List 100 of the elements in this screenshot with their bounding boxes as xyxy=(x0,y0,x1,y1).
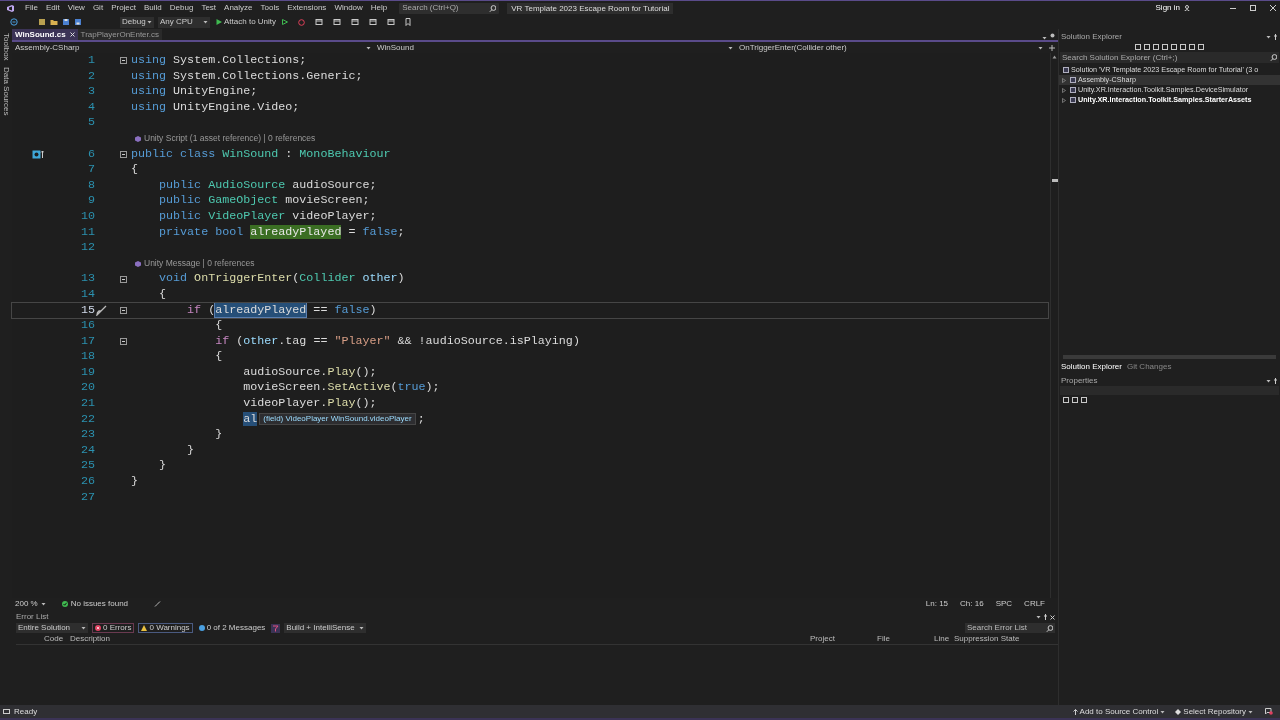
project-dropdown[interactable]: Assembly-CSharp xyxy=(12,41,374,54)
split-icon xyxy=(1049,44,1055,51)
document-tab[interactable]: WinSound.cs xyxy=(12,29,78,40)
column-header[interactable]: Project xyxy=(810,633,877,645)
attach-button[interactable]: Attach to Unity xyxy=(214,16,279,28)
save-all-icon xyxy=(74,18,82,26)
collapse-toggle[interactable] xyxy=(120,57,127,65)
menu-item[interactable]: Tools xyxy=(256,2,284,14)
source-dropdown[interactable]: Build + IntelliSense xyxy=(284,623,367,633)
status-item[interactable]: CRLF xyxy=(1021,598,1048,610)
line-number: 20 xyxy=(79,380,95,397)
code-line: public GameObject movieScreen; xyxy=(158,193,370,209)
line-number: 26 xyxy=(79,474,95,490)
menu-item[interactable]: Git xyxy=(88,2,108,14)
code-line: { xyxy=(214,349,223,365)
maximize-icon xyxy=(1250,5,1256,11)
line-number: 15 xyxy=(79,302,95,319)
collapse-toggle[interactable] xyxy=(120,275,127,283)
side-tab[interactable]: Data Sources xyxy=(0,66,12,116)
panel-title: Solution Explorer xyxy=(1061,31,1122,43)
code-line: public AudioSource audioSource; xyxy=(158,177,377,194)
pin-icon xyxy=(1273,378,1278,384)
document-tab[interactable]: TrapPlayerOnEnter.cs xyxy=(77,29,162,40)
panel-title: Error List xyxy=(16,611,49,623)
line-number: 13 xyxy=(79,271,95,287)
search-field[interactable]: Search (Ctrl+Q) xyxy=(399,2,500,14)
line-number: 23 xyxy=(79,427,95,443)
line-number: 16 xyxy=(79,318,95,334)
menu-item[interactable]: Analyze xyxy=(220,2,257,14)
messages-filter[interactable]: 0 of 2 Messages xyxy=(196,623,268,633)
line-number: 27 xyxy=(79,489,95,506)
search-field[interactable]: Search Solution Explorer (Ctrl+;) xyxy=(1060,52,1279,63)
close-icon xyxy=(1050,614,1055,620)
warnings-filter[interactable]: 0 Warnings xyxy=(138,623,193,633)
search-icon xyxy=(489,4,497,12)
panel-tab[interactable]: Solution Explorer xyxy=(1061,360,1122,373)
line-number: 22 xyxy=(79,411,95,428)
navigate-icon xyxy=(10,18,18,26)
issues-status[interactable]: No issues found xyxy=(70,598,129,610)
line-number: 18 xyxy=(79,349,95,365)
filter-icon xyxy=(271,623,281,633)
configuration-dropdown[interactable]: Debug xyxy=(120,16,154,28)
menu-item[interactable]: View xyxy=(63,2,89,14)
menu-item[interactable]: Test xyxy=(197,2,221,14)
panel-title: Properties xyxy=(1061,375,1098,387)
panel-tab[interactable]: Git Changes xyxy=(1126,360,1172,373)
column-header[interactable]: Description xyxy=(70,633,810,645)
line-number: 5 xyxy=(87,115,95,131)
sign-in-link[interactable]: Sign in xyxy=(1155,2,1180,14)
line-number: 11 xyxy=(79,224,95,241)
search-icon xyxy=(1046,624,1053,632)
scope-dropdown[interactable]: Entire Solution xyxy=(16,623,88,633)
collapse-toggle[interactable] xyxy=(120,306,127,314)
platform-dropdown[interactable]: Any CPU xyxy=(158,16,210,28)
column-header[interactable]: Line xyxy=(934,633,954,645)
menu-item[interactable]: File xyxy=(21,2,42,14)
repository-button[interactable]: Select Repository xyxy=(1183,705,1246,718)
arrow-up-icon xyxy=(1072,708,1078,715)
caret-icon xyxy=(366,45,371,50)
type-dropdown[interactable]: WinSound xyxy=(374,41,736,54)
caret-icon xyxy=(147,20,152,24)
code-lens[interactable]: Unity Message | 0 references xyxy=(144,255,255,272)
status-item[interactable]: SPC xyxy=(992,598,1016,610)
menu-item[interactable]: Build xyxy=(140,2,166,14)
caret-icon xyxy=(40,602,46,606)
errors-filter[interactable]: 0 Errors xyxy=(92,623,135,633)
caret-icon xyxy=(203,20,208,24)
side-tab[interactable]: Toolbox xyxy=(0,33,12,61)
open-folder-icon xyxy=(50,18,58,26)
menu-item[interactable]: Debug xyxy=(165,2,198,14)
status-item[interactable]: Ch: 16 xyxy=(957,598,987,610)
collapse-toggle[interactable] xyxy=(120,150,127,158)
status-item[interactable]: Ln: 15 xyxy=(922,598,952,610)
line-number: 4 xyxy=(87,99,95,116)
column-header[interactable]: Suppression State xyxy=(954,633,1020,645)
code-lens[interactable]: Unity Script (1 asset reference) | 0 references xyxy=(144,130,316,147)
account-icon xyxy=(1184,5,1190,11)
repository-icon xyxy=(1175,708,1182,715)
zoom-dropdown[interactable]: 200 % xyxy=(15,598,46,610)
member-dropdown[interactable]: OnTriggerEnter(Collider other) xyxy=(736,41,1046,54)
code-line: using UnityEngine.Video; xyxy=(131,99,300,116)
solution-name: VR Template 2023 Escape Room for Tutorial xyxy=(507,2,674,14)
menu-item[interactable]: Window xyxy=(330,2,367,14)
caret-icon xyxy=(359,626,365,630)
scroll-marker xyxy=(1051,179,1058,182)
source-control-button[interactable]: Add to Source Control xyxy=(1079,705,1159,718)
column-header[interactable]: Code xyxy=(44,633,70,645)
menu-item[interactable]: Project xyxy=(107,2,141,14)
menu-item[interactable]: Extensions xyxy=(283,2,331,14)
line-number: 14 xyxy=(79,286,95,303)
column-header[interactable]: File xyxy=(877,633,934,645)
line-number: 3 xyxy=(87,84,95,100)
unity-icon xyxy=(135,135,141,142)
search-field[interactable]: Search Error List xyxy=(965,623,1055,633)
menu-item[interactable]: Help xyxy=(366,2,392,14)
line-number: 12 xyxy=(79,240,95,256)
collapse-toggle[interactable] xyxy=(120,338,127,345)
menu-item[interactable]: Edit xyxy=(41,2,64,14)
toolbar-icon xyxy=(387,18,396,26)
close-icon xyxy=(1270,5,1276,11)
